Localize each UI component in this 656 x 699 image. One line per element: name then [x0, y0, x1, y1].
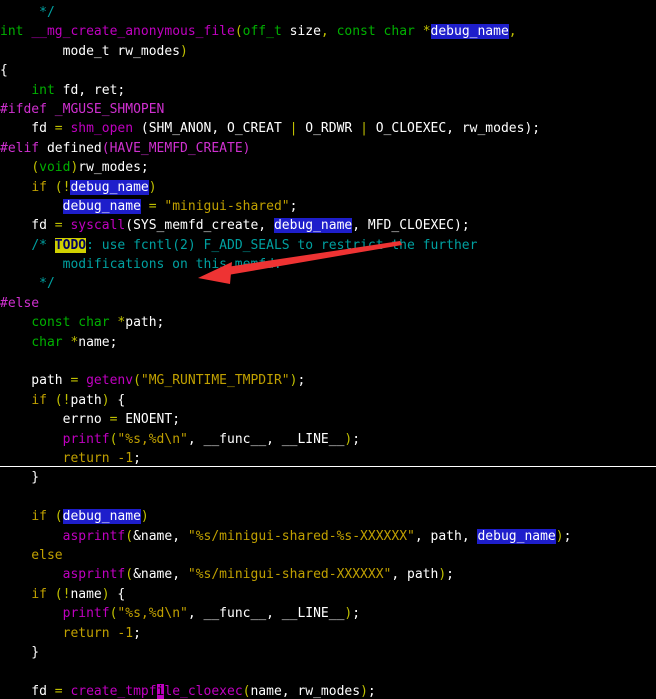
code-line: #elif defined(HAVE_MEMFD_CREATE)	[0, 140, 251, 156]
code-line: (void)rw_modes;	[31, 160, 149, 176]
code-line: if (!name) {	[31, 586, 126, 602]
code-line: */	[0, 5, 55, 20]
code-line: int fd, ret;	[31, 82, 126, 98]
code-line: errno = ENOENT;	[0, 412, 181, 428]
code-line: asprintf(&name, "%s/minigui-shared-XXXXX…	[62, 567, 454, 583]
code-line: modifications on this memfd.	[0, 257, 282, 273]
cursor-line-underline	[0, 466, 656, 467]
code-line: path = getenv("MG_RUNTIME_TMPDIR");	[0, 373, 306, 389]
code-line: int __mg_create_anonymous_file(off_t siz…	[0, 24, 517, 40]
code-line: const char *path;	[31, 315, 165, 331]
code-line: /* TODO: use fcntl(2) F_ADD_SEALS to res…	[31, 237, 478, 253]
code-line: debug_name = "minigui-shared";	[62, 198, 298, 214]
code-line: return -1;	[62, 625, 141, 641]
code-line: #else	[0, 295, 40, 311]
code-line: asprintf(&name, "%s/minigui-shared-%s-XX…	[62, 528, 572, 544]
code-line: printf("%s,%d\n", __func__, __LINE__);	[62, 606, 361, 622]
code-line: */	[0, 276, 55, 292]
code-line: #ifdef _MGUSE_SHMOPEN	[0, 101, 165, 117]
code-line: if (debug_name)	[31, 509, 149, 525]
code-editor-screen[interactable]: */ int __mg_create_anonymous_file(off_t s…	[0, 0, 656, 699]
code-line: else	[0, 547, 63, 563]
code-line: }	[0, 470, 40, 486]
code-line: fd = syscall(SYS_memfd_create, debug_nam…	[0, 218, 470, 234]
code-line: }	[0, 644, 40, 660]
code-line: if (!path) {	[31, 392, 126, 408]
code-line cursor-line: fd = create_tmpfile_cloexec(name, rw_mod…	[0, 683, 376, 699]
code-line: char *name;	[31, 334, 118, 350]
source-code-view[interactable]: */ int __mg_create_anonymous_file(off_t s…	[0, 3, 656, 699]
code-line: mode_t rw_modes)	[0, 43, 188, 59]
code-line: fd = shm_open (SHM_ANON, O_CREAT | O_RDW…	[0, 121, 541, 137]
code-line: if (!debug_name)	[31, 179, 157, 195]
code-line: printf("%s,%d\n", __func__, __LINE__);	[62, 431, 361, 447]
code-line: {	[0, 63, 8, 79]
